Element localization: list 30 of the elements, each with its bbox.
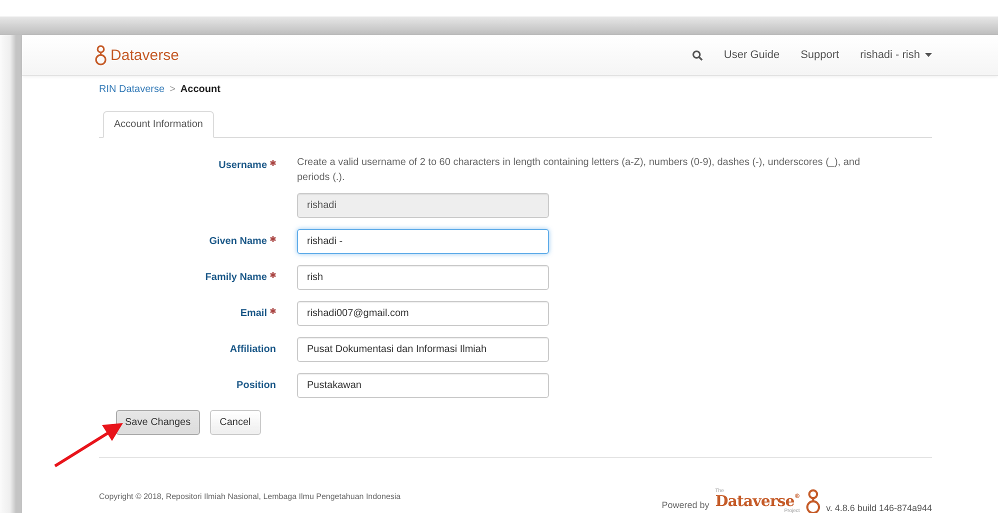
nav-link[interactable]: User Guide — [724, 49, 780, 61]
caret-icon — [925, 53, 932, 57]
logo-icon — [95, 44, 107, 66]
search-icon[interactable] — [692, 50, 703, 60]
field-label: Affiliation — [230, 344, 276, 355]
brand-name: Dataverse — [110, 46, 179, 64]
input-field[interactable]: rishadi - — [297, 229, 549, 254]
breadcrumb-current: Account — [180, 84, 220, 95]
field-label: Email — [240, 308, 267, 319]
save-button[interactable]: Save Changes — [116, 410, 200, 435]
logo-icon — [806, 489, 820, 513]
field-label: Given Name — [209, 236, 267, 247]
brand-link[interactable]: Dataverse — [95, 44, 179, 66]
powered-by-text: Powered by — [662, 500, 710, 510]
breadcrumb-link[interactable]: RIN Dataverse — [99, 84, 165, 95]
field-label: Username — [218, 160, 267, 171]
copyright-text: Copyright © 2018, Repositori Ilmiah Nasional, Lembaga Ilmu Pengetahuan Indonesia — [99, 492, 401, 501]
nav-link[interactable]: Support — [800, 49, 840, 61]
breadcrumb-separator: > — [170, 84, 176, 95]
field-label: Position — [236, 380, 276, 391]
input-field[interactable]: Pusat Dokumentasi dan Informasi Ilmiah — [297, 337, 549, 362]
help-text: Create a valid username of 2 to 60 characters in length containing letters (a-Z), numbers (0-9), dashes (-), underscores (_), and periods (.). — [297, 156, 862, 185]
input-field[interactable]: rish — [297, 265, 549, 290]
user-menu[interactable]: rishadi - rish — [860, 49, 932, 61]
tab[interactable]: Account Information — [103, 111, 214, 138]
field-label: Family Name — [205, 272, 267, 283]
input-field[interactable]: rishadi007@gmail.com — [297, 301, 549, 326]
cancel-button[interactable]: Cancel — [210, 410, 261, 435]
version-text: v. 4.8.6 build 146-874a944 — [826, 503, 932, 513]
input-field[interactable]: Pustakawan — [297, 373, 549, 398]
